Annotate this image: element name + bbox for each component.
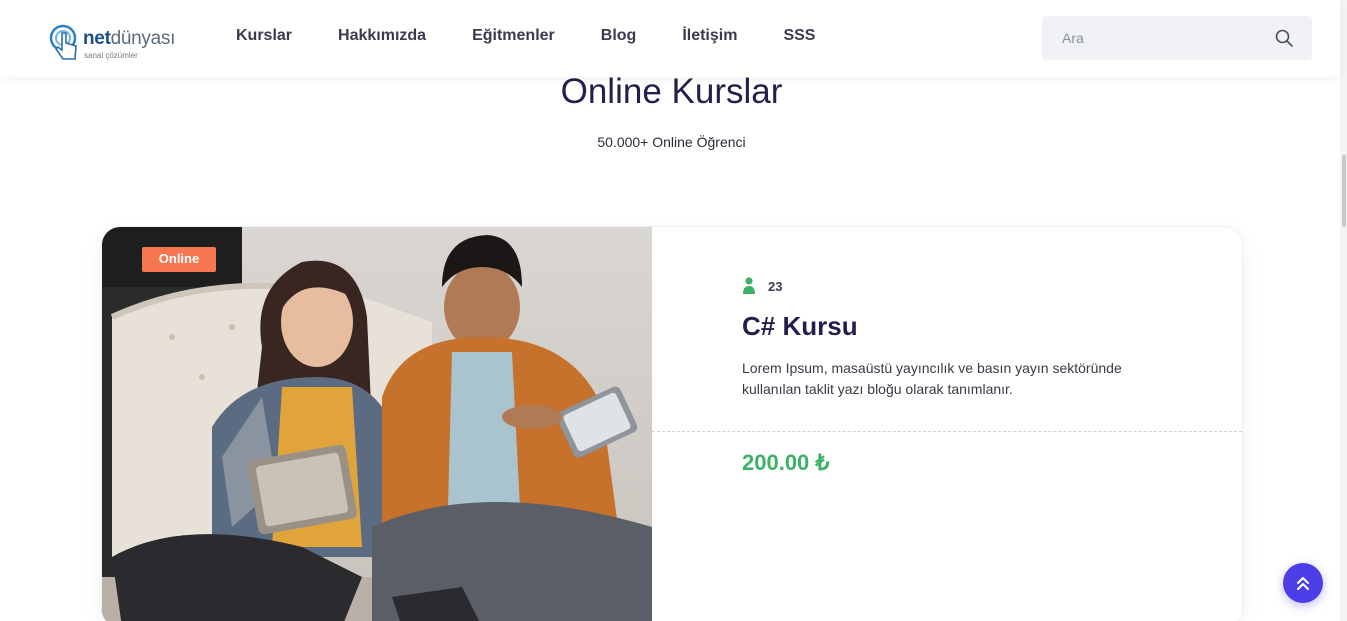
logo-bold: net (83, 28, 111, 49)
card-divider (652, 431, 1242, 432)
course-image[interactable]: Online (102, 227, 652, 621)
search-box (1042, 16, 1312, 60)
student-count-value: 23 (768, 278, 783, 294)
user-icon (743, 277, 755, 294)
main-nav: Kurslar Hakkımızda Eğitmenler Blog İleti… (236, 27, 861, 45)
course-price: 200.00 ₺ (742, 450, 830, 475)
course-card[interactable]: Online 23 C# Kursu Lorem Ipsum, masaüstü… (102, 227, 1242, 621)
logo-hand-icon (49, 24, 77, 60)
double-chevron-up-icon (1297, 577, 1309, 590)
logo-tagline: sanal çözümler (84, 51, 138, 60)
online-badge: Online (142, 247, 216, 272)
site-header: netdünyası sanal çözümler Kurslar Hakkım… (0, 0, 1340, 77)
scroll-to-top-button[interactable] (1283, 563, 1323, 603)
section-title: Online Kurslar (560, 72, 783, 111)
scrollbar-thumb[interactable] (1342, 155, 1346, 227)
nav-hakkimizda[interactable]: Hakkımızda (338, 27, 426, 45)
search-icon[interactable] (1274, 28, 1294, 48)
nav-kurslar[interactable]: Kurslar (236, 27, 292, 45)
section-subtitle: 50.000+ Online Öğrenci (597, 134, 746, 150)
course-title[interactable]: C# Kursu (742, 311, 858, 342)
logo-wordmark: netdünyası (83, 28, 175, 50)
course-photo (102, 227, 652, 621)
nav-egitmenler[interactable]: Eğitmenler (472, 27, 555, 45)
nav-blog[interactable]: Blog (601, 27, 637, 45)
nav-sss[interactable]: SSS (783, 27, 815, 45)
nav-iletisim[interactable]: İletişim (682, 27, 737, 45)
logo-light: dünyası (110, 28, 176, 49)
course-details: 23 C# Kursu Lorem Ipsum, masaüstü yayınc… (652, 227, 1242, 621)
search-input[interactable] (1042, 16, 1262, 60)
course-description: Lorem Ipsum, masaüstü yayıncılık ve bası… (742, 360, 1122, 397)
site-logo[interactable]: netdünyası sanal çözümler (46, 22, 186, 74)
student-count: 23 (742, 277, 782, 295)
